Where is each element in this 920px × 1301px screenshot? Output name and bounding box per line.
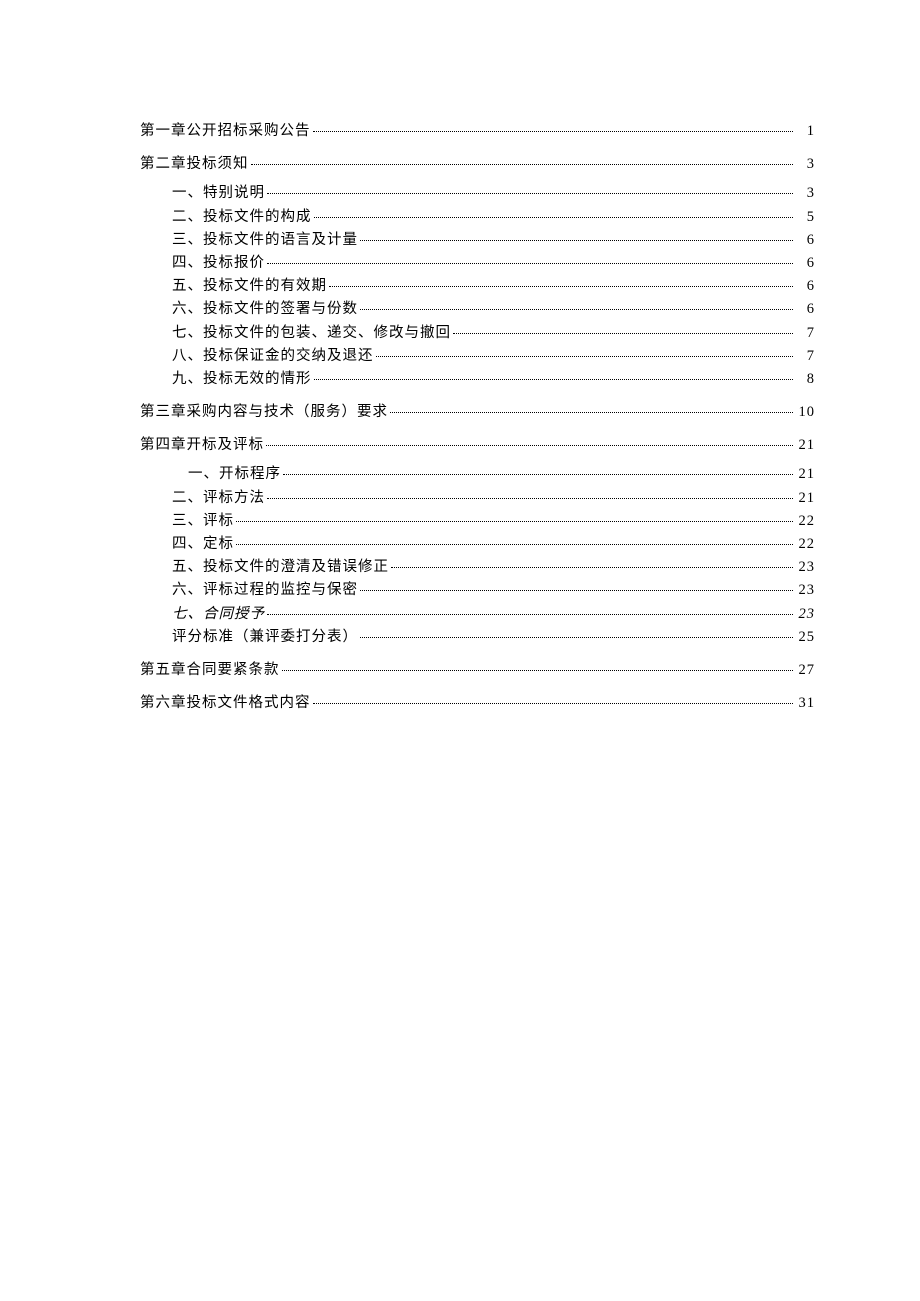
toc-entry: 第四章开标及评标 21 [140, 434, 815, 457]
toc-entry: 五、投标文件的有效期 6 [140, 275, 815, 298]
toc-page-number: 7 [795, 345, 815, 368]
toc-page-number: 7 [795, 322, 815, 345]
toc-page-number: 6 [795, 229, 815, 252]
toc-leader-dots [360, 637, 793, 638]
toc-entry: 第五章合同要紧条款 27 [140, 659, 815, 682]
toc-leader-dots [313, 131, 794, 132]
toc-entry: 五、投标文件的澄清及错误修正 23 [140, 556, 815, 579]
toc-entry: 第一章公开招标采购公告 1 [140, 120, 815, 143]
toc-label: 第三章采购内容与技术（服务）要求 [140, 401, 388, 424]
toc-leader-dots [376, 356, 794, 357]
toc-leader-dots [266, 445, 793, 446]
toc-entry: 七、投标文件的包装、递交、修改与撤回 7 [140, 322, 815, 345]
toc-page-number: 10 [795, 401, 815, 424]
toc-leader-dots [267, 498, 793, 499]
toc-page-number: 8 [795, 368, 815, 391]
toc-page-number: 6 [795, 275, 815, 298]
toc-page-number: 23 [795, 603, 815, 626]
toc-leader-dots [360, 309, 793, 310]
toc-label: 四、投标报价 [172, 252, 265, 275]
toc-page-number: 21 [795, 487, 815, 510]
toc-leader-dots [236, 521, 793, 522]
toc-page-number: 21 [795, 434, 815, 457]
toc-page-number: 22 [795, 533, 815, 556]
toc-page-number: 6 [795, 252, 815, 275]
toc-entry: 四、定标 22 [140, 533, 815, 556]
toc-entry: 评分标准（兼评委打分表） 25 [140, 626, 815, 649]
toc-page-number: 23 [795, 556, 815, 579]
toc-leader-dots [360, 240, 793, 241]
toc-leader-dots [251, 164, 794, 165]
toc-page-number: 25 [795, 626, 815, 649]
toc-page-number: 27 [795, 659, 815, 682]
toc-entry: 九、投标无效的情形 8 [140, 368, 815, 391]
toc-label: 七、投标文件的包装、递交、修改与撤回 [172, 322, 451, 345]
toc-leader-dots [313, 703, 794, 704]
toc-label: 八、投标保证金的交纳及退还 [172, 345, 374, 368]
toc-leader-dots [282, 670, 794, 671]
toc-leader-dots [314, 379, 794, 380]
toc-leader-dots [360, 590, 793, 591]
toc-leader-dots [314, 217, 794, 218]
toc-label: 第二章投标须知 [140, 153, 249, 176]
toc-entry: 二、评标方法 21 [140, 487, 815, 510]
toc-label: 四、定标 [172, 533, 234, 556]
toc-label: 七、合同授予 [172, 603, 265, 626]
toc-entry: 三、评标 22 [140, 510, 815, 533]
toc-label: 一、特别说明 [172, 182, 265, 205]
toc-label: 二、评标方法 [172, 487, 265, 510]
toc-entry: 一、特别说明 3 [140, 182, 815, 205]
toc-label: 九、投标无效的情形 [172, 368, 312, 391]
toc-leader-dots [391, 567, 793, 568]
toc-entry: 七、合同授予 23 [140, 603, 815, 626]
toc-label: 三、投标文件的语言及计量 [172, 229, 358, 252]
toc-entry: 六、投标文件的签署与份数 6 [140, 298, 815, 321]
toc-page-number: 21 [795, 463, 815, 486]
toc-label: 第四章开标及评标 [140, 434, 264, 457]
toc-label: 二、投标文件的构成 [172, 206, 312, 229]
toc-label: 五、投标文件的澄清及错误修正 [172, 556, 389, 579]
toc-leader-dots [267, 614, 793, 615]
toc-page-number: 6 [795, 298, 815, 321]
toc-entry: 第二章投标须知 3 [140, 153, 815, 176]
toc-entry: 二、投标文件的构成 5 [140, 206, 815, 229]
toc-entry: 四、投标报价 6 [140, 252, 815, 275]
toc-page-number: 23 [795, 579, 815, 602]
toc-label: 第五章合同要紧条款 [140, 659, 280, 682]
toc-entry: 一、开标程序 21 [140, 463, 815, 486]
toc-label: 五、投标文件的有效期 [172, 275, 327, 298]
toc-entry: 八、投标保证金的交纳及退还 7 [140, 345, 815, 368]
toc-entry: 三、投标文件的语言及计量 6 [140, 229, 815, 252]
toc-leader-dots [283, 474, 793, 475]
toc-page-number: 22 [795, 510, 815, 533]
toc-label: 评分标准（兼评委打分表） [172, 626, 358, 649]
toc-leader-dots [267, 193, 793, 194]
toc-page-number: 3 [795, 153, 815, 176]
toc-leader-dots [267, 263, 793, 264]
toc-page-number: 31 [795, 692, 815, 715]
toc-label: 一、开标程序 [188, 463, 281, 486]
toc-page-number: 5 [795, 206, 815, 229]
toc-entry: 第三章采购内容与技术（服务）要求 10 [140, 401, 815, 424]
toc-page-number: 3 [795, 182, 815, 205]
toc-label: 六、评标过程的监控与保密 [172, 579, 358, 602]
toc-entry: 第六章投标文件格式内容 31 [140, 692, 815, 715]
toc-leader-dots [329, 286, 793, 287]
toc-label: 六、投标文件的签署与份数 [172, 298, 358, 321]
table-of-contents: 第一章公开招标采购公告1第二章投标须知3一、特别说明3二、投标文件的构成5三、投… [140, 120, 815, 715]
toc-entry: 六、评标过程的监控与保密 23 [140, 579, 815, 602]
toc-page-number: 1 [795, 120, 815, 143]
toc-label: 三、评标 [172, 510, 234, 533]
toc-label: 第一章公开招标采购公告 [140, 120, 311, 143]
toc-leader-dots [390, 412, 793, 413]
toc-label: 第六章投标文件格式内容 [140, 692, 311, 715]
toc-leader-dots [236, 544, 793, 545]
toc-leader-dots [453, 333, 793, 334]
